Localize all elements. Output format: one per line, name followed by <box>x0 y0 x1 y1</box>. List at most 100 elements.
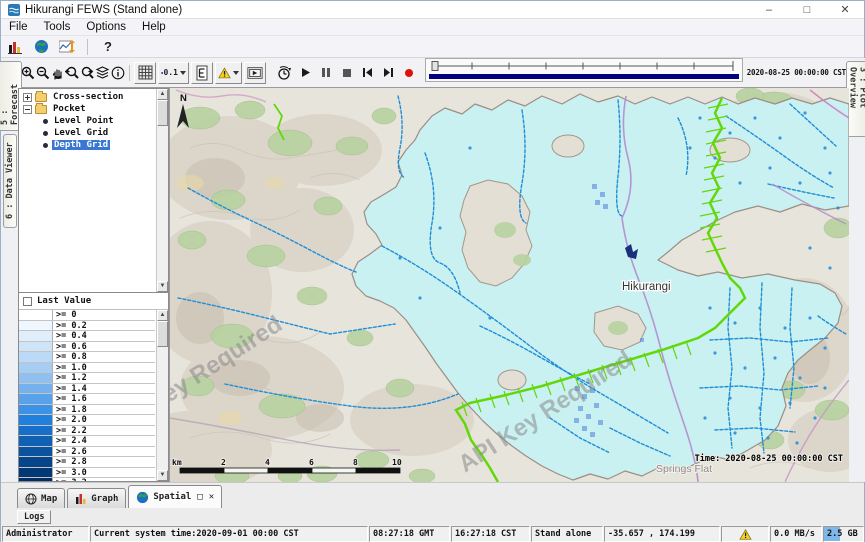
legend-row[interactable]: >= 2.0 <box>19 415 155 426</box>
scroll-thumb[interactable] <box>157 321 168 347</box>
folder-icon <box>35 105 47 114</box>
node-bullet-icon <box>43 119 48 124</box>
warning-icon <box>739 529 752 540</box>
legend-row[interactable]: >= 1.2 <box>19 373 155 384</box>
legend-row[interactable]: >= 1.4 <box>19 384 155 395</box>
menu-bar: File Tools Options Help <box>1 19 864 36</box>
scroll-down-icon[interactable]: ▼ <box>157 281 168 292</box>
spatial-display-icon[interactable] <box>31 38 51 56</box>
svg-text:4: 4 <box>265 458 270 467</box>
menu-tools[interactable]: Tools <box>36 20 79 34</box>
logs-button[interactable]: Logs <box>17 510 51 524</box>
legend-row[interactable]: >= 2.8 <box>19 457 155 468</box>
zoom-out-icon[interactable] <box>36 63 51 83</box>
legend-swatch <box>19 321 53 331</box>
play-icon[interactable] <box>298 63 313 83</box>
status-local-time: 16:27:18 CST <box>451 526 530 542</box>
legend-swatch <box>19 457 53 467</box>
record-icon[interactable] <box>402 63 417 83</box>
tree-item-label: Cross-section <box>51 92 125 102</box>
help-icon[interactable]: ? <box>98 38 118 56</box>
place-label: Springs Flat <box>656 463 712 475</box>
tree-item-depth-grid[interactable]: Depth Grid <box>19 139 156 151</box>
minimize-button[interactable]: – <box>750 1 788 18</box>
collapse-icon[interactable] <box>23 105 32 114</box>
profile-display-button[interactable] <box>244 62 266 84</box>
legend-row[interactable]: >= 2.6 <box>19 447 155 458</box>
zoom-previous-icon[interactable] <box>65 63 80 83</box>
legend-row[interactable]: >= 0.4 <box>19 331 155 342</box>
step-forward-icon[interactable] <box>381 63 396 83</box>
legend-value: >= 2.0 <box>53 415 155 425</box>
legend-row[interactable]: >= 1.8 <box>19 405 155 416</box>
slider-handle[interactable] <box>432 62 438 71</box>
legend-scrollbar[interactable]: ▲ ▼ <box>156 310 168 481</box>
globe-icon <box>136 491 149 504</box>
tree-item-cross-section[interactable]: Cross-section <box>19 91 156 103</box>
menu-help[interactable]: Help <box>134 20 174 34</box>
time-slider[interactable] <box>425 58 743 87</box>
pan-hand-icon[interactable] <box>51 63 66 83</box>
tree-scrollbar[interactable]: ▲ ▼ <box>156 89 168 292</box>
legend-row[interactable]: >= 1.0 <box>19 363 155 374</box>
scroll-thumb[interactable] <box>157 100 168 126</box>
legend-row[interactable]: >= 0.8 <box>19 352 155 363</box>
expand-icon[interactable] <box>23 93 32 102</box>
scroll-down-icon[interactable]: ▼ <box>157 470 168 481</box>
tree-item-level-point[interactable]: Level Point <box>19 115 156 127</box>
legend-value: >= 1.2 <box>53 373 155 383</box>
legend-row[interactable]: >= 2.4 <box>19 436 155 447</box>
info-icon[interactable] <box>110 63 125 83</box>
tab-close-icon[interactable]: ✕ <box>209 492 214 502</box>
legend-title: Last Value <box>37 296 91 306</box>
grid-display-button[interactable] <box>134 62 156 84</box>
close-button[interactable]: ✕ <box>826 1 864 18</box>
legend-row[interactable]: >= 3.0 <box>19 468 155 479</box>
threshold-dropdown[interactable]: 0.1 <box>158 62 189 84</box>
zoom-in-icon[interactable] <box>21 63 36 83</box>
bottom-tab-bar: Map Graph Spatial □ ✕ <box>1 482 864 508</box>
map-time-label: Time: 2020-08-25 00:00:00 CST <box>695 453 843 464</box>
legend-row[interactable]: >= 0.2 <box>19 321 155 332</box>
legend-row[interactable]: >= 3.2 <box>19 478 155 481</box>
menu-file[interactable]: File <box>1 20 36 34</box>
scroll-up-icon[interactable]: ▲ <box>157 310 168 321</box>
spatial-map[interactable]: API Key Required API Key Required Hikura… <box>170 88 849 482</box>
legend-row[interactable]: >= 0 <box>19 310 155 321</box>
tree-item-label: Pocket <box>51 104 88 114</box>
svg-text:8: 8 <box>353 458 358 467</box>
menu-options[interactable]: Options <box>78 20 134 34</box>
svg-text:2: 2 <box>221 458 226 467</box>
tree-item-level-grid[interactable]: Level Grid <box>19 127 156 139</box>
timeseries-display-icon[interactable] <box>57 38 77 56</box>
stop-icon[interactable] <box>339 63 354 83</box>
layers-icon[interactable] <box>95 63 110 83</box>
legend-swatch <box>19 363 53 373</box>
legend-row[interactable]: >= 1.6 <box>19 394 155 405</box>
svg-text:km: km <box>172 458 182 467</box>
tab-graph[interactable]: Graph <box>67 488 126 508</box>
legend-row[interactable]: >= 2.2 <box>19 426 155 437</box>
classification-button[interactable] <box>191 62 213 84</box>
data-display-icon[interactable] <box>5 38 25 56</box>
tab-map[interactable]: Map <box>17 488 65 508</box>
warning-dropdown[interactable] <box>215 62 242 84</box>
step-back-icon[interactable] <box>360 63 375 83</box>
legend-swatch <box>19 331 53 341</box>
status-warning[interactable] <box>721 526 769 542</box>
tab-data-viewer[interactable]: 6 : Data Viewer <box>3 134 17 228</box>
tree-item-pocket[interactable]: Pocket <box>19 103 156 115</box>
legend-swatch <box>19 352 53 362</box>
scroll-up-icon[interactable]: ▲ <box>157 89 168 100</box>
tab-restore-icon[interactable]: □ <box>197 492 202 502</box>
tab-spatial[interactable]: Spatial □ ✕ <box>128 485 222 508</box>
animation-settings-icon[interactable] <box>276 63 292 83</box>
maximize-button[interactable]: □ <box>788 1 826 18</box>
legend-row[interactable]: >= 0.6 <box>19 342 155 353</box>
status-coordinates: -35.657 , 174.199 <box>604 526 720 542</box>
legend-value: >= 2.8 <box>53 457 155 467</box>
last-value-checkbox[interactable] <box>23 297 32 306</box>
zoom-next-icon[interactable] <box>80 63 95 83</box>
legend-value: >= 1.0 <box>53 363 155 373</box>
pause-icon[interactable] <box>319 63 334 83</box>
